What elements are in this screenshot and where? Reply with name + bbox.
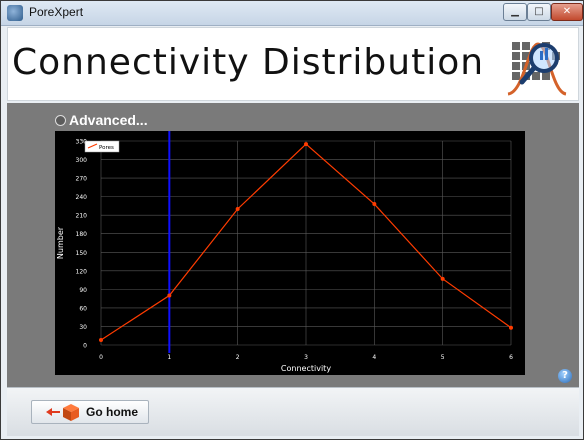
x-tick-label: 0 [99,354,103,361]
legend-label: Pores [99,145,114,151]
y-tick-label: 300 [76,157,88,164]
y-tick-label: 150 [76,250,88,257]
window-title: PoreXpert [29,5,84,19]
app-window: PoreXpert ▁ □ ✕ Connectivity Distributio… [0,0,584,440]
connectivity-chart[interactable]: 0 30 60 90 120 150 180 210 240 270 300 330 0 1 2 3 4 5 6 Co… [55,131,525,375]
x-tick-label: 3 [304,354,308,361]
y-tick-label: 210 [76,213,88,220]
maximize-button[interactable]: □ [527,3,551,21]
data-point [167,293,172,298]
connectivity-logo-icon [507,42,567,96]
advanced-option[interactable]: Advanced... [55,112,148,128]
x-tick-label: 2 [236,354,240,361]
y-tick-label: 270 [76,176,88,183]
title-bar[interactable]: PoreXpert ▁ □ ✕ [1,1,583,26]
page-title: Connectivity Distribution [12,42,485,83]
data-point [509,325,513,330]
data-point [440,276,445,281]
minimize-button[interactable]: ▁ [503,3,527,21]
advanced-label: Advanced... [69,112,148,128]
data-point [372,202,377,207]
y-tick-label: 0 [83,343,87,350]
x-tick-label: 5 [441,354,445,361]
y-tick-label: 30 [79,324,87,331]
page-header: Connectivity Distribution [7,27,579,101]
x-tick-label: 4 [372,354,376,361]
advanced-radio[interactable] [55,114,66,126]
y-axis-label: Number [56,226,65,259]
data-point [99,338,103,343]
y-tick-label: 90 [79,287,87,294]
data-point [235,207,240,211]
y-tick-label: 240 [76,194,88,201]
main-panel: Advanced... 0 30 60 90 120 150 180 210 240 270 300… [7,103,579,387]
chart-canvas[interactable]: 03060901201501802102402703003300 1 2 3 4 5 6Co… [55,131,525,375]
arrow-box-icon [46,404,79,421]
go-home-label: Go home [86,405,139,419]
y-tick-label: 60 [79,305,87,312]
help-icon[interactable]: ? [558,369,572,383]
data-point [304,142,308,147]
y-tick-label: 180 [76,231,88,238]
x-tick-label: 1 [167,354,171,361]
y-tick-label: 120 [76,268,88,275]
close-button[interactable]: ✕ [551,3,583,21]
footer-bar: Go home [7,387,579,436]
x-axis-label: Connectivity [281,364,331,373]
porexpert-app-icon [7,5,23,21]
go-home-button[interactable]: Go home [31,400,149,424]
x-tick-label: 6 [509,354,513,361]
